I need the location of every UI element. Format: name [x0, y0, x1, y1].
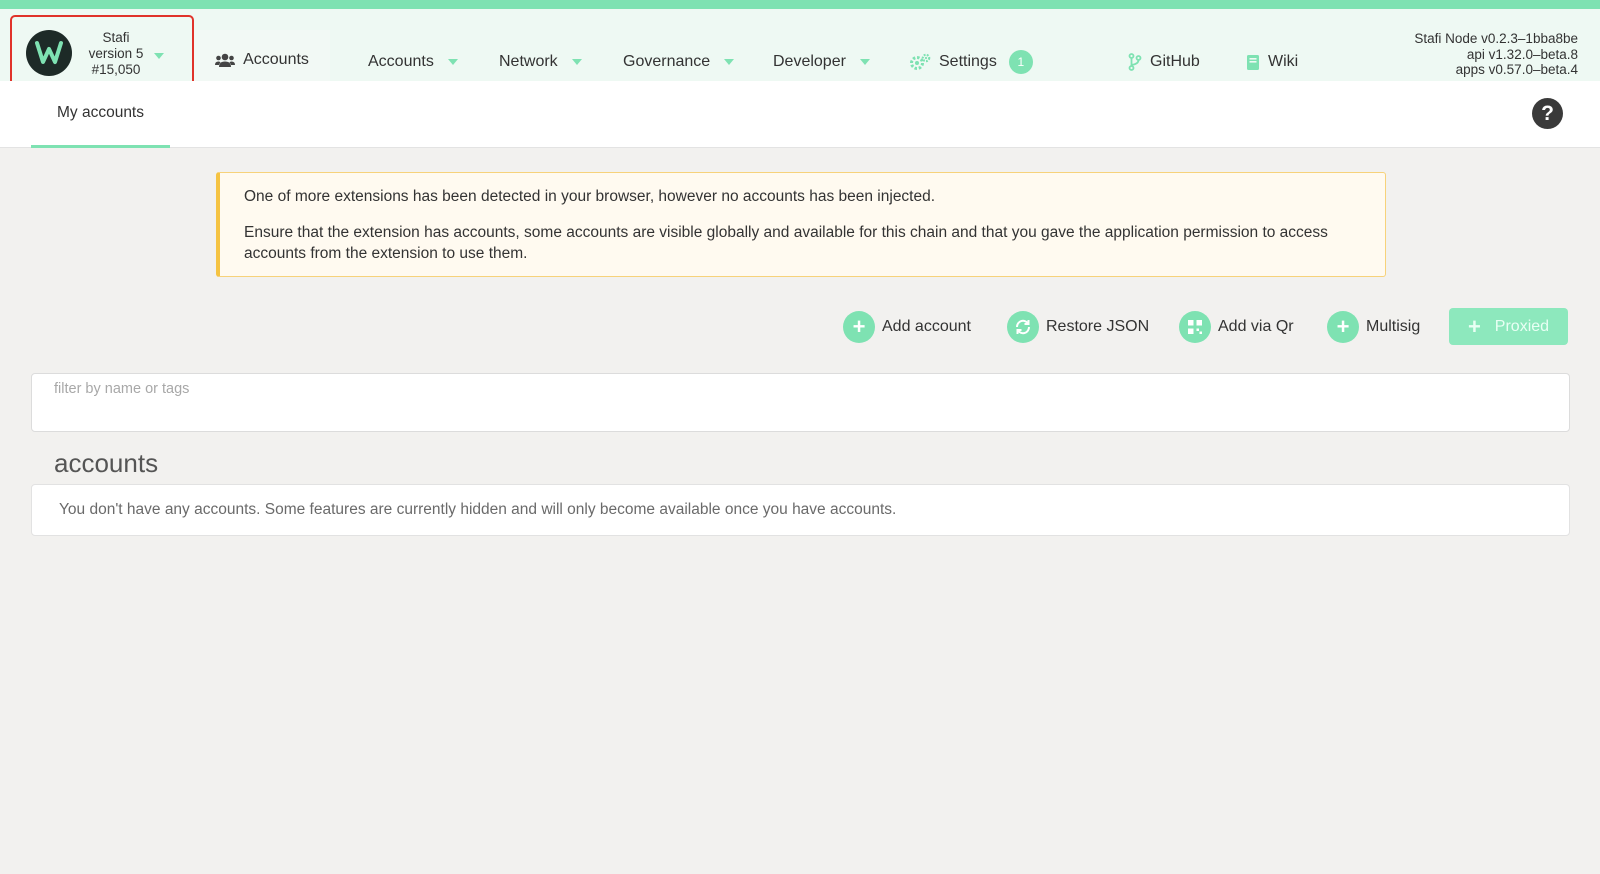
chevron-down-icon	[571, 59, 582, 65]
menu-wiki[interactable]: Wiki	[1246, 50, 1298, 74]
chain-block: #15,050	[91, 62, 141, 77]
restore-json-label: Restore JSON	[1046, 318, 1150, 335]
version-info: Stafi Node v0.2.3–1bba8be api v1.32.0–be…	[1414, 31, 1578, 78]
plus-icon: +	[843, 311, 875, 343]
proxied-label: Proxied	[1494, 317, 1550, 335]
sync-icon	[1007, 311, 1039, 343]
menu-github-label: GitHub	[1150, 53, 1200, 70]
extension-warning: One of more extensions has been detected…	[216, 172, 1386, 277]
plus-icon: +	[1327, 311, 1359, 343]
chevron-down-icon	[724, 59, 735, 65]
filter-box	[31, 373, 1570, 432]
restore-json-button[interactable]: Restore JSON	[1007, 308, 1149, 346]
branch-icon	[1128, 53, 1142, 71]
multisig-button[interactable]: + Multisig	[1327, 308, 1420, 346]
apps-version: apps v0.57.0–beta.4	[1455, 62, 1578, 77]
filter-input[interactable]	[54, 378, 654, 400]
menu-accounts[interactable]: Accounts	[368, 50, 458, 74]
tab-my-accounts[interactable]: My accounts	[31, 81, 170, 148]
menu-network-label: Network	[499, 53, 558, 70]
chain-selector[interactable]: Stafi version 5 #15,050	[10, 15, 194, 89]
users-icon	[215, 53, 236, 67]
menu-developer[interactable]: Developer	[773, 50, 870, 74]
chevron-down-icon	[859, 59, 870, 65]
chain-name: Stafi	[102, 30, 130, 45]
plus-icon: +	[1467, 313, 1481, 339]
help-icon[interactable]: ?	[1532, 98, 1563, 129]
menu-settings[interactable]: Settings 1	[909, 50, 1033, 74]
menu-governance[interactable]: Governance	[623, 50, 735, 74]
top-accent-strip	[0, 0, 1600, 9]
menu-wiki-label: Wiki	[1268, 53, 1299, 70]
menu-developer-label: Developer	[773, 53, 846, 70]
add-account-button[interactable]: + Add account	[843, 308, 971, 346]
settings-badge: 1	[1008, 50, 1033, 74]
warning-line-2: Ensure that the extension has accounts, …	[244, 224, 1328, 262]
sub-navigation: My accounts ?	[0, 81, 1600, 148]
qrcode-icon	[1179, 311, 1211, 343]
warning-line-1: One of more extensions has been detected…	[244, 188, 936, 205]
accounts-section-title: accounts	[54, 448, 159, 478]
empty-message: You don't have any accounts. Some featur…	[59, 501, 897, 518]
chain-info: Stafi version 5 #15,050	[74, 30, 158, 78]
add-via-qr-label: Add via Qr	[1218, 318, 1294, 335]
menu-github[interactable]: GitHub	[1128, 50, 1200, 74]
active-tab-label: Accounts	[243, 51, 309, 68]
proxied-button[interactable]: + Proxied	[1449, 308, 1568, 345]
multisig-label: Multisig	[1366, 318, 1421, 335]
accounts-empty-state: You don't have any accounts. Some featur…	[31, 484, 1570, 536]
book-icon	[1247, 54, 1259, 70]
menu-governance-label: Governance	[623, 53, 711, 70]
add-via-qr-button[interactable]: Add via Qr	[1179, 308, 1294, 346]
api-version: api v1.32.0–beta.8	[1466, 46, 1578, 62]
menu-accounts-label: Accounts	[368, 53, 434, 70]
chain-version: version 5	[88, 46, 144, 61]
node-version: Stafi Node v0.2.3–1bba8be	[1414, 31, 1578, 46]
chain-logo	[26, 30, 72, 76]
chevron-down-icon	[447, 59, 458, 65]
chevron-down-icon	[154, 53, 164, 59]
add-account-label: Add account	[882, 318, 971, 335]
menu-settings-label: Settings	[939, 53, 997, 70]
menu-network[interactable]: Network	[499, 50, 582, 74]
top-header: Stafi version 5 #15,050 Accounts Account…	[0, 9, 1600, 90]
gears-icon	[910, 53, 931, 70]
